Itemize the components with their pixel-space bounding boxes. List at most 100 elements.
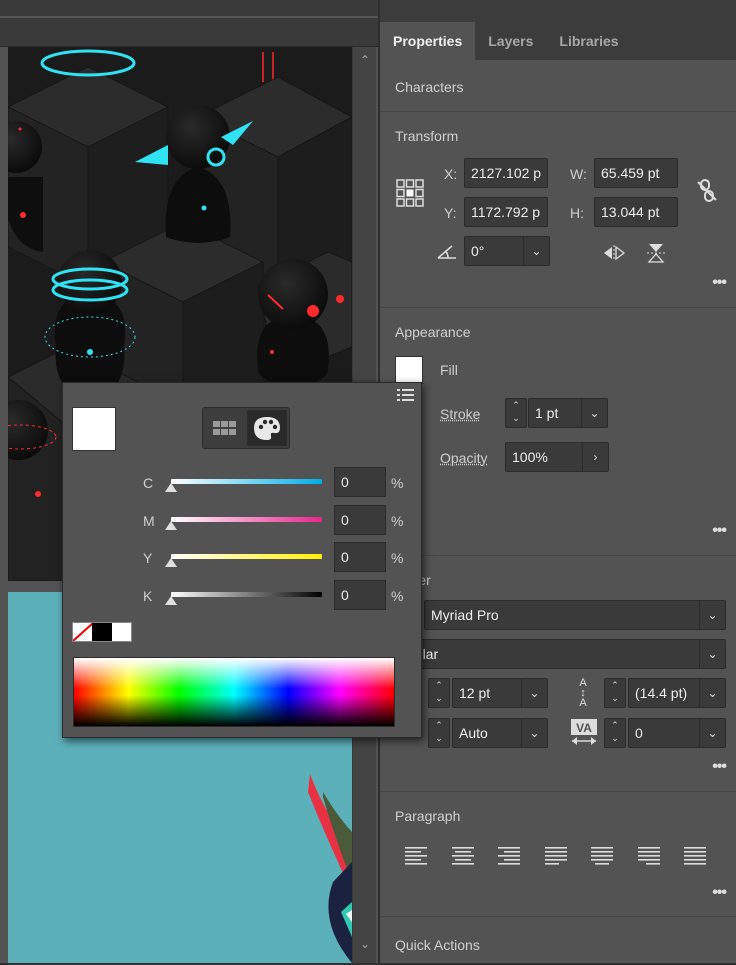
section-title-characters: Characters [395,79,464,95]
stroke-weight-value: 1 pt [535,405,559,421]
chevron-right-icon[interactable]: › [582,443,608,471]
chevron-down-icon[interactable]: ⌄ [521,679,547,707]
scroll-up-icon[interactable]: ⌃ [358,53,372,67]
font-size-field[interactable]: 12 pt ⌄ [452,678,548,708]
tab-properties[interactable]: Properties [380,22,476,60]
percent-label: % [391,550,404,566]
slider-track[interactable] [171,479,322,484]
scroll-down-icon[interactable]: ⌄ [358,937,372,951]
color-palette-icon[interactable] [247,410,287,446]
percent-label: % [391,475,404,491]
x-position-field[interactable]: 2127.102 p [464,158,548,188]
font-style-field[interactable]: gular ⌄ [400,639,726,669]
tracking-icon: VA [570,718,598,748]
reference-point-icon[interactable] [395,178,425,208]
slider-row-m: M 0% [63,504,423,537]
y-position-field[interactable]: 1172.792 p [464,197,548,227]
rotate-field[interactable]: 0° ⌄ [464,236,550,266]
character-more-options[interactable]: ••• [712,758,727,776]
panel-top-bar [380,0,736,22]
chevron-down-icon[interactable]: ⌄ [581,399,607,427]
slider-label: C [143,475,154,491]
section-title-appearance: Appearance [395,324,471,340]
section-title-quick-actions: Quick Actions [395,937,480,953]
font-size-stepper[interactable]: ⌃ ⌄ [428,678,450,708]
section-character: racter Myriad Pro ⌄ gular ⌄ ⌃⌄ 12 pt ⌄ A… [380,556,736,792]
section-title-paragraph: Paragraph [395,808,461,824]
align-left-icon[interactable] [404,846,428,866]
slider-track[interactable] [171,554,322,559]
tracking-field[interactable]: 0 ⌄ [628,718,726,748]
section-quick-actions: Quick Actions [380,917,736,965]
panel-menu-icon[interactable] [396,387,416,403]
flip-horizontal-icon[interactable] [602,244,626,262]
w-label: W: [570,166,587,182]
slider-value-field[interactable]: 0 [334,504,386,535]
slider-track[interactable] [171,591,322,597]
appearance-more-options[interactable]: ••• [712,522,727,540]
svg-text:VA: VA [576,721,592,735]
chevron-down-icon[interactable]: ⌄ [523,237,549,265]
slider-value-field[interactable]: 0 [334,542,386,572]
black-swatch[interactable] [92,623,112,641]
current-color-swatch[interactable] [72,407,116,451]
stroke-weight-stepper[interactable]: ⌃ ⌄ [505,398,527,428]
flip-vertical-icon[interactable] [646,242,666,264]
slider-thumb[interactable] [165,595,177,605]
stroke-label[interactable]: Stroke [440,406,480,422]
align-center-icon[interactable] [451,846,475,866]
color-spectrum[interactable] [73,657,395,727]
justify-right-icon[interactable] [637,846,661,866]
chevron-down-icon[interactable]: ⌄ [699,601,725,629]
opacity-field[interactable]: 100% › [505,442,609,472]
slider-row-y: Y 0% [63,542,423,574]
rotate-value: 0° [471,243,485,259]
leading-field[interactable]: (14.4 pt) ⌄ [628,678,726,708]
slider-label: Y [143,550,153,566]
slider-thumb[interactable] [165,558,177,567]
transform-more-options[interactable]: ••• [712,274,727,292]
h-label: H: [570,205,584,221]
none-swatch-icon[interactable] [73,623,93,641]
chevron-down-icon[interactable]: ⌄ [521,719,547,747]
x-label: X: [444,166,458,182]
chevron-down-icon[interactable]: ⌄ [699,679,725,707]
kerning-field[interactable]: Auto ⌄ [452,718,548,748]
y-label: Y: [444,205,457,221]
opacity-label[interactable]: Opacity [440,450,487,466]
slider-track[interactable] [171,516,322,522]
color-picker-popup: C 0% M 0% Y 0% K 0% [62,382,422,738]
width-field[interactable]: 65.459 pt [594,158,678,188]
justify-all-icon[interactable] [683,846,707,866]
constrain-proportions-icon[interactable] [696,178,718,204]
tracking-stepper[interactable]: ⌃ ⌄ [604,718,626,748]
paragraph-more-options[interactable]: ••• [712,884,727,902]
justify-left-icon[interactable] [544,846,568,866]
stroke-weight-field[interactable]: 1 pt ⌄ [528,398,608,428]
slider-thumb[interactable] [165,520,177,530]
swatches-grid-icon[interactable] [206,411,244,445]
fill-swatch[interactable] [395,356,423,384]
height-field[interactable]: 13.044 pt [594,197,678,227]
white-swatch[interactable] [111,623,131,641]
justify-center-icon[interactable] [590,846,614,866]
chevron-down-icon[interactable]: ⌄ [699,719,725,747]
slider-value-field[interactable]: 0 [334,467,386,497]
tab-libraries[interactable]: Libraries [546,22,631,60]
slider-label: M [143,512,155,529]
section-characters: Characters [380,60,736,112]
percent-label: % [391,587,404,604]
section-appearance: Appearance Fill Stroke ⌃ ⌄ 1 pt ⌄ Opacity… [380,308,736,556]
color-mode-toggle [202,407,290,449]
leading-stepper[interactable]: ⌃ ⌄ [604,678,626,708]
slider-label: K [143,587,153,604]
slider-thumb[interactable] [165,483,177,492]
font-family-value: Myriad Pro [431,607,499,623]
font-family-field[interactable]: Myriad Pro ⌄ [424,600,726,630]
kerning-stepper[interactable]: ⌃ ⌄ [428,718,450,748]
align-right-icon[interactable] [497,846,521,866]
slider-row-k: K 0% [63,579,423,612]
chevron-down-icon[interactable]: ⌄ [699,640,725,668]
slider-value-field[interactable]: 0 [334,579,386,610]
tab-layers[interactable]: Layers [475,22,546,60]
